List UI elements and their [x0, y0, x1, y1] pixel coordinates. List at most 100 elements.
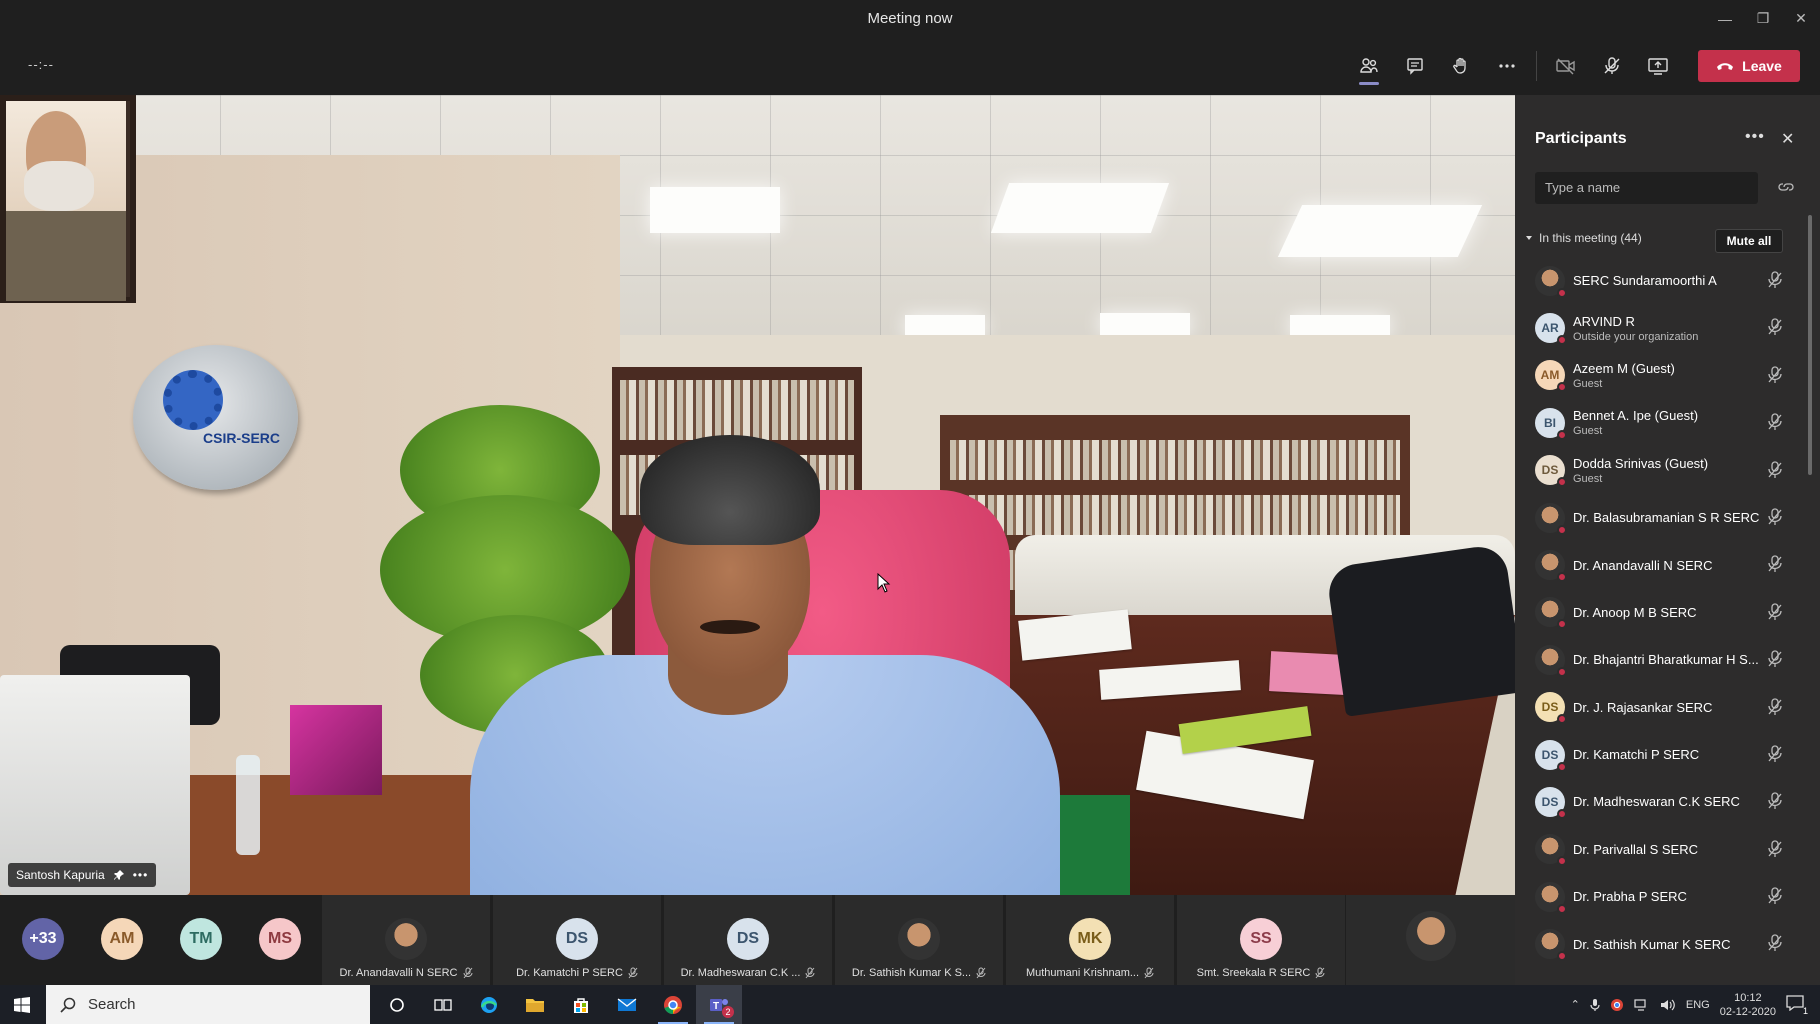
language-indicator[interactable]: ENG: [1686, 999, 1710, 1011]
start-button[interactable]: [0, 985, 44, 1024]
participant-row[interactable]: Dr. Prabha P SERC: [1515, 873, 1805, 920]
network-icon[interactable]: [1634, 998, 1650, 1012]
participant-name: Dr. Anoop M B SERC: [1573, 604, 1697, 620]
participant-row[interactable]: Dr. Parivallal S SERC: [1515, 826, 1805, 873]
cortana-button[interactable]: [374, 985, 420, 1024]
share-content-button[interactable]: [1635, 45, 1681, 87]
participant-tile[interactable]: MK Muthumani Krishnam...: [1006, 895, 1174, 985]
show-hidden-icons-icon[interactable]: ⌃: [1571, 998, 1580, 1011]
participant-mic-button[interactable]: [1767, 460, 1783, 484]
participant-row[interactable]: SERC Sundaramoorthi A: [1515, 257, 1805, 304]
participant-mic-button[interactable]: [1767, 366, 1783, 389]
participant-list-scrollbar[interactable]: [1808, 215, 1812, 475]
show-chat-button[interactable]: [1392, 45, 1438, 87]
taskbar-clock[interactable]: 10:12 02-12-2020: [1720, 991, 1776, 1019]
participant-row[interactable]: Dr. Anandavalli N SERC: [1515, 541, 1805, 588]
tile-name: Dr. Madheswaran C.K ...: [680, 967, 801, 979]
participant-mic-button[interactable]: [1767, 318, 1783, 341]
raise-hand-button[interactable]: [1438, 45, 1484, 87]
strip-avatar[interactable]: MS: [259, 918, 301, 960]
participant-tile[interactable]: DS Dr. Kamatchi P SERC: [493, 895, 661, 985]
participant-mic-button[interactable]: [1767, 508, 1783, 531]
camera-off-icon: [1556, 58, 1575, 75]
presence-busy-icon: [1557, 808, 1567, 819]
close-panel-icon[interactable]: ✕: [1781, 129, 1794, 149]
in-meeting-section-header[interactable]: In this meeting (44): [1525, 231, 1642, 245]
video-wall-logo: CSIR-SERC: [133, 345, 298, 490]
more-actions-button[interactable]: [1484, 45, 1530, 87]
participant-mic-button[interactable]: [1767, 745, 1783, 768]
chrome-app[interactable]: [650, 985, 696, 1024]
participant-tile[interactable]: DS Dr. Madheswaran C.K ...: [664, 895, 832, 985]
mute-all-button[interactable]: Mute all: [1715, 229, 1783, 253]
camera-toggle-button[interactable]: [1543, 45, 1589, 87]
volume-icon[interactable]: [1660, 998, 1676, 1012]
strip-avatar[interactable]: TM: [180, 918, 222, 960]
participant-mic-button[interactable]: [1767, 603, 1783, 626]
participant-mic-button[interactable]: [1767, 934, 1783, 957]
edge-app[interactable]: [466, 985, 512, 1024]
participant-row[interactable]: Dr. Balasubramanian S R SERC: [1515, 494, 1805, 541]
participant-mic-button[interactable]: [1767, 840, 1783, 863]
task-view-button[interactable]: [420, 985, 466, 1024]
microphone-icon[interactable]: [1590, 998, 1600, 1012]
main-video-feed[interactable]: CSIR-SERC: [0, 95, 1515, 895]
store-app[interactable]: [558, 985, 604, 1024]
hang-up-icon: [1717, 63, 1734, 70]
participants-more-icon[interactable]: •••: [1745, 128, 1769, 148]
participant-row[interactable]: Dr. Bhajantri Bharatkumar H S...: [1515, 636, 1805, 683]
participant-row[interactable]: Dr. Sathish Kumar K SERC: [1515, 920, 1805, 967]
action-center-button[interactable]: 1: [1786, 995, 1808, 1016]
participant-search-input[interactable]: [1535, 172, 1758, 204]
mic-off-icon: [1768, 555, 1782, 573]
taskbar-search-box[interactable]: Search: [46, 985, 370, 1024]
speaker-name-tag[interactable]: Santosh Kapuria •••: [8, 863, 157, 887]
participant-mic-button[interactable]: [1767, 697, 1783, 721]
video-printer: [0, 675, 190, 895]
mic-toggle-button[interactable]: [1589, 45, 1635, 87]
participant-avatar: [1535, 834, 1567, 867]
participant-row[interactable]: Dr. Anoop M B SERC: [1515, 589, 1805, 636]
participant-avatar: [1535, 881, 1567, 914]
windows-taskbar: Search T 2 ⌃ ENG 10:12 02-12-2020 1: [0, 985, 1820, 1024]
restore-button[interactable]: ❐: [1744, 0, 1782, 37]
participant-row[interactable]: DS Dr. Madheswaran C.K SERC: [1515, 778, 1805, 825]
participant-tile[interactable]: SS Smt. Sreekala R SERC: [1177, 895, 1345, 985]
participant-tile[interactable]: Dr. Sathish Kumar K S...: [835, 895, 1003, 985]
participant-mic-button[interactable]: [1767, 271, 1783, 294]
participant-row[interactable]: DS Dr. J. Rajasankar SERC: [1515, 684, 1805, 731]
participant-row[interactable]: AM Azeem M (Guest) Guest: [1515, 352, 1805, 399]
participant-mic-button[interactable]: [1767, 555, 1783, 578]
cortana-icon: [390, 997, 404, 1012]
minimize-button[interactable]: —: [1706, 0, 1744, 37]
participant-mic-button[interactable]: [1767, 413, 1783, 436]
show-participants-button[interactable]: [1346, 45, 1392, 87]
participant-row[interactable]: DS Dr. Kamatchi P SERC: [1515, 731, 1805, 778]
participant-mic-button[interactable]: [1767, 792, 1783, 815]
speaker-more-icon[interactable]: •••: [133, 868, 149, 882]
participant-mic-button[interactable]: [1767, 887, 1783, 910]
teams-app[interactable]: T 2: [696, 985, 742, 1024]
tile-name-row: Dr. Anandavalli N SERC: [328, 967, 484, 979]
mail-app[interactable]: [604, 985, 650, 1024]
leave-button[interactable]: Leave: [1698, 50, 1800, 82]
participant-mic-button[interactable]: [1767, 650, 1783, 673]
file-explorer-app[interactable]: [512, 985, 558, 1024]
share-invite-icon[interactable]: [1778, 179, 1794, 195]
presence-busy-icon: [1557, 666, 1567, 677]
overflow-participants-button[interactable]: +33: [22, 918, 64, 960]
participant-row[interactable]: AR ARVIND R Outside your organization: [1515, 304, 1805, 351]
meeting-timer: --:--: [28, 57, 54, 72]
strip-avatar[interactable]: AM: [101, 918, 143, 960]
tile-name: Dr. Sathish Kumar K S...: [851, 967, 972, 979]
mic-off-icon: [1768, 413, 1782, 431]
chevron-down-icon: [1526, 236, 1532, 240]
close-window-button[interactable]: ✕: [1782, 0, 1820, 37]
participant-row[interactable]: DS Dodda Srinivas (Guest) Guest: [1515, 447, 1805, 494]
participant-row[interactable]: BI Bennet A. Ipe (Guest) Guest: [1515, 399, 1805, 446]
self-preview-tile[interactable]: [1346, 895, 1515, 985]
tile-name-row: Smt. Sreekala R SERC: [1183, 967, 1339, 979]
video-bookshelf-row: [620, 380, 854, 440]
chrome-tray-icon[interactable]: [1610, 998, 1624, 1012]
participant-tile[interactable]: Dr. Anandavalli N SERC: [322, 895, 490, 985]
